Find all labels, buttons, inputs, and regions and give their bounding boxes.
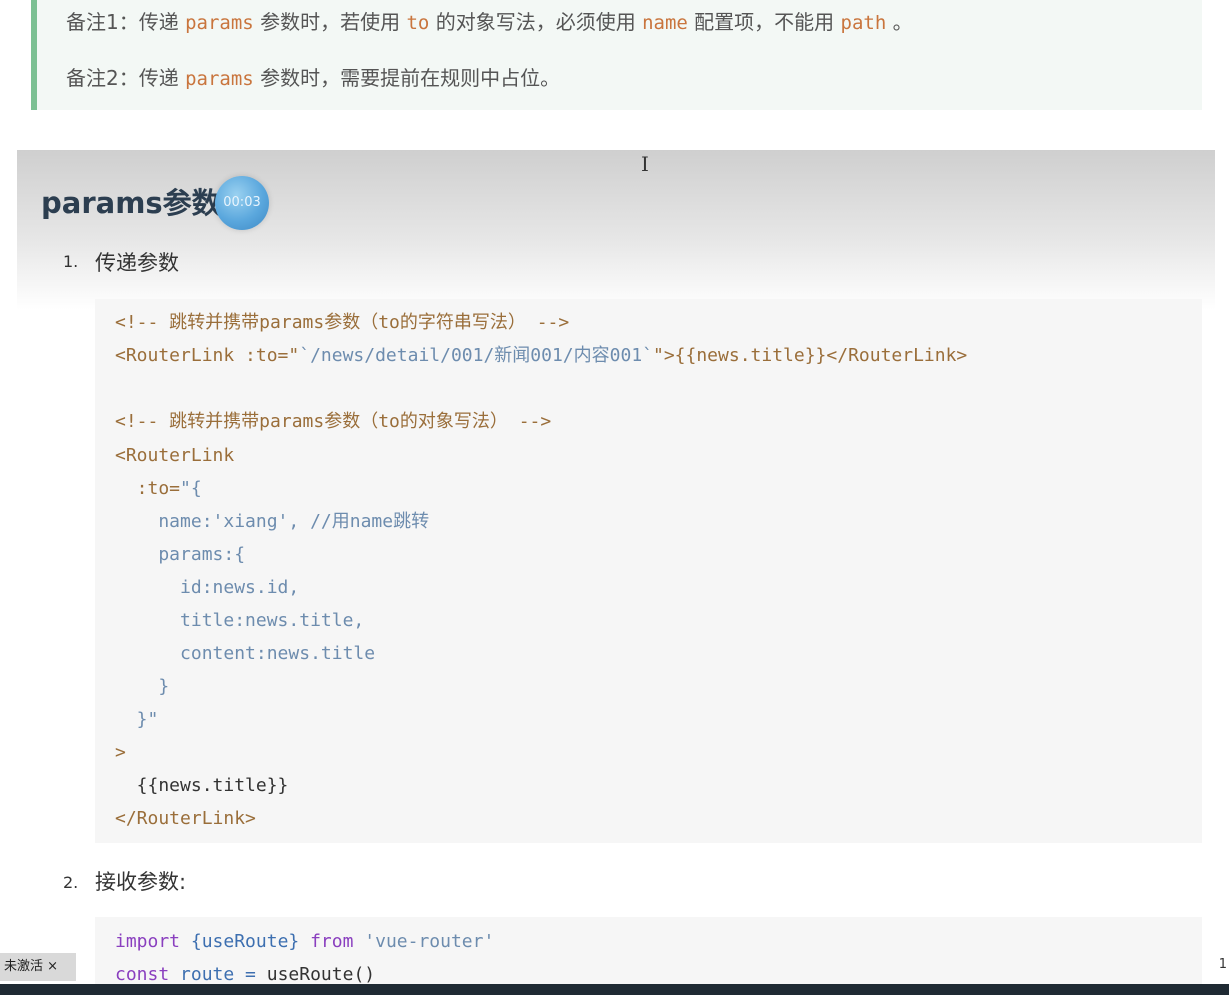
- section-title: params参数: [41, 186, 221, 220]
- code-line: <!-- 跳转并携带params参数（to的字符串写法） -->: [115, 312, 570, 333]
- code-line: content:news.title: [115, 643, 376, 664]
- code-line: <RouterLink: [115, 445, 235, 466]
- code-line: import {useRoute} from 'vue-router': [115, 931, 495, 952]
- code-line: name:'xiang', //用name跳转: [115, 511, 430, 532]
- code-line: </RouterLink>: [115, 808, 256, 829]
- note-line-1: 备注1：传递 params 参数时，若使用 to 的对象写法，必须使用 name…: [66, 10, 913, 34]
- code-line: <RouterLink :to="`/news/detail/001/新闻001…: [115, 345, 968, 366]
- list-number-1: 1.: [63, 252, 79, 271]
- taskbar: [0, 984, 1229, 995]
- list-item-1: 传递参数: [95, 251, 179, 275]
- note-block: 备注1：传递 params 参数时，若使用 to 的对象写法，必须使用 name…: [31, 0, 1202, 110]
- list-item-2: 接收参数:: [95, 870, 187, 894]
- code-line: id:news.id,: [115, 577, 300, 598]
- code-line: }: [115, 676, 170, 697]
- code-line: params:{: [115, 544, 246, 565]
- code-line: }": [115, 709, 159, 730]
- note-line-2: 备注2：传递 params 参数时，需要提前在规则中占位。: [66, 66, 561, 90]
- list-number-2: 2.: [63, 873, 79, 892]
- code-line: <!-- 跳转并携带params参数（to的对象写法） -->: [115, 411, 552, 432]
- code-line: :to="{: [115, 478, 202, 499]
- code-line: {{news.title}}: [115, 775, 289, 796]
- text-cursor-icon: I: [641, 152, 649, 176]
- code-line: >: [115, 742, 126, 763]
- activation-badge[interactable]: 未激活 ×: [0, 953, 76, 981]
- timer-badge[interactable]: 00:03: [215, 176, 269, 230]
- code-block-1: <!-- 跳转并携带params参数（to的字符串写法） --> <Router…: [95, 299, 1202, 843]
- shade-overlay: [17, 150, 1215, 310]
- page-number: 1: [1218, 957, 1227, 972]
- code-line: title:news.title,: [115, 610, 365, 631]
